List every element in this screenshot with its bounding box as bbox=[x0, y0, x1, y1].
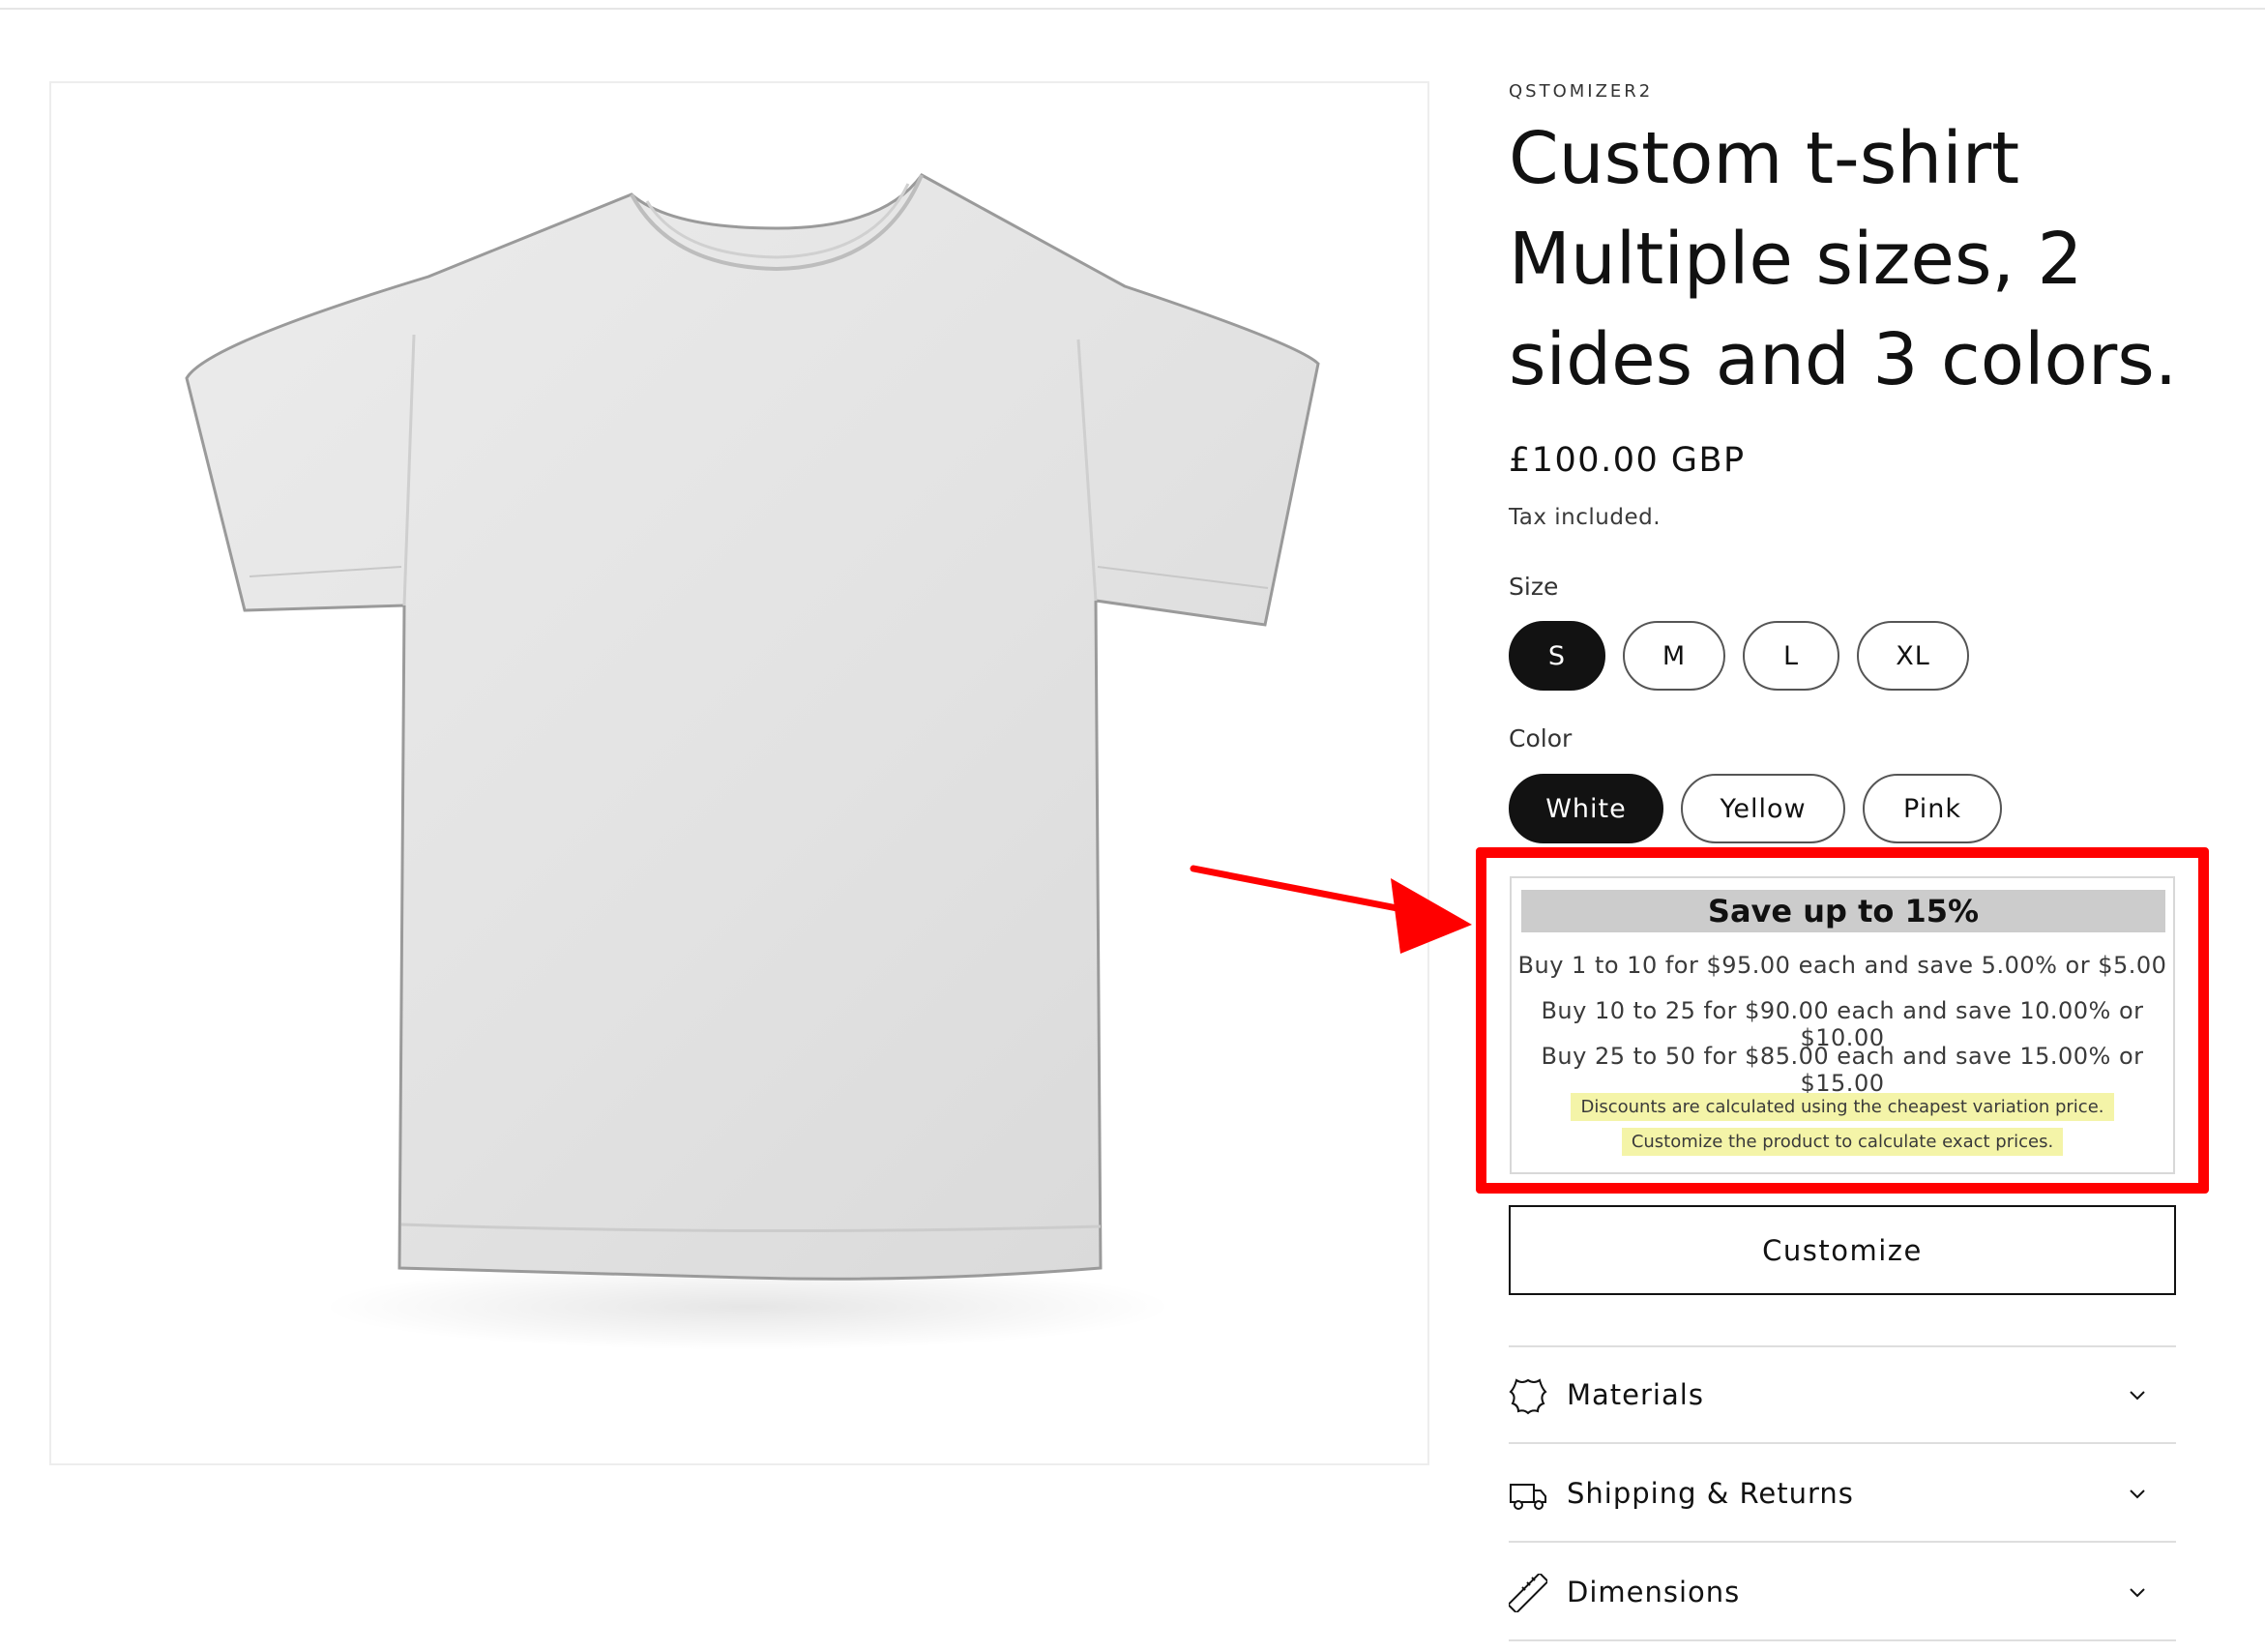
annotation-arrow-icon bbox=[1190, 865, 1472, 954]
accordion-divider bbox=[1509, 1442, 2176, 1444]
color-option-pink[interactable]: Pink bbox=[1863, 774, 2002, 843]
tax-note: Tax included. bbox=[1509, 505, 1661, 530]
discount-heading: Save up to 15% bbox=[1521, 890, 2165, 932]
product-price: £100.00 GBP bbox=[1509, 441, 1746, 480]
leather-icon bbox=[1509, 1378, 1547, 1415]
accordion-dimensions[interactable]: Dimensions bbox=[1509, 1545, 2176, 1639]
ruler-icon bbox=[1509, 1574, 1547, 1612]
size-option-l[interactable]: L bbox=[1743, 621, 1839, 691]
header-divider bbox=[0, 8, 2265, 10]
accordion-shipping-returns[interactable]: Shipping & Returns bbox=[1509, 1446, 2176, 1541]
size-option-xl[interactable]: XL bbox=[1857, 621, 1969, 691]
product-vendor: QSTOMIZER2 bbox=[1509, 81, 1654, 102]
color-label: Color bbox=[1509, 724, 1573, 752]
product-image[interactable] bbox=[49, 81, 1429, 1465]
product-title: Custom t-shirt Multiple sizes, 2 sides a… bbox=[1509, 117, 2178, 401]
size-option-s[interactable]: S bbox=[1509, 621, 1605, 691]
discount-note: Customize the product to calculate exact… bbox=[1512, 1128, 2173, 1156]
chevron-down-icon bbox=[2130, 1391, 2145, 1401]
accordion-materials[interactable]: Materials bbox=[1509, 1347, 2176, 1442]
discount-tier: Buy 25 to 50 for $85.00 each and save 15… bbox=[1541, 1043, 2144, 1097]
truck-icon bbox=[1510, 1484, 1546, 1510]
color-option-white[interactable]: White bbox=[1509, 774, 1663, 843]
accordion-divider bbox=[1509, 1639, 2176, 1641]
discount-note: Discounts are calculated using the cheap… bbox=[1512, 1093, 2173, 1121]
accordion-divider bbox=[1509, 1541, 2176, 1543]
chevron-down-icon bbox=[2130, 1490, 2145, 1499]
accordion-label: Dimensions bbox=[1567, 1576, 1741, 1608]
size-option-m[interactable]: M bbox=[1623, 621, 1725, 691]
accordion-label: Materials bbox=[1567, 1378, 1704, 1411]
chevron-down-icon bbox=[2130, 1588, 2145, 1598]
size-label: Size bbox=[1509, 573, 1559, 601]
accordion-label: Shipping & Returns bbox=[1567, 1477, 1854, 1510]
customize-button[interactable]: Customize bbox=[1509, 1205, 2176, 1295]
color-option-yellow[interactable]: Yellow bbox=[1681, 774, 1845, 843]
volume-discount-box: Save up to 15% Buy 1 to 10 for $95.00 ea… bbox=[1510, 876, 2175, 1174]
discount-tier: Buy 1 to 10 for $95.00 each and save 5.0… bbox=[1517, 952, 2167, 979]
tshirt-image bbox=[185, 173, 1320, 1350]
